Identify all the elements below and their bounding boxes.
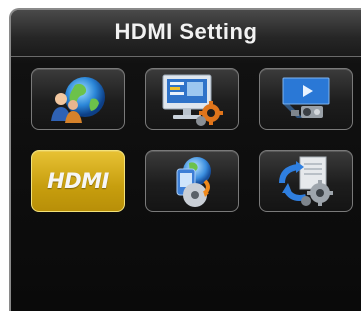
menu-item-media-update[interactable] <box>145 150 239 212</box>
menu-item-video-output[interactable] <box>259 68 353 130</box>
disc-update-icon <box>176 157 211 207</box>
menu-item-hdmi[interactable]: HDMI <box>31 150 125 212</box>
sync-gears-icon <box>279 156 333 206</box>
monitor-settings-icon <box>162 74 223 126</box>
hdmi-logo-icon: HDMI <box>47 169 109 193</box>
menu-item-system-tools[interactable] <box>259 150 353 212</box>
projector-screen-icon <box>282 77 330 118</box>
menu-item-display[interactable] <box>145 68 239 130</box>
menu-item-network[interactable] <box>31 68 125 130</box>
screen-frame: HDMI Setting HDMI <box>0 0 361 311</box>
settings-panel: HDMI Setting HDMI <box>9 8 361 311</box>
menu-grid: HDMI <box>11 10 361 311</box>
network-globe-users-icon <box>51 77 105 123</box>
